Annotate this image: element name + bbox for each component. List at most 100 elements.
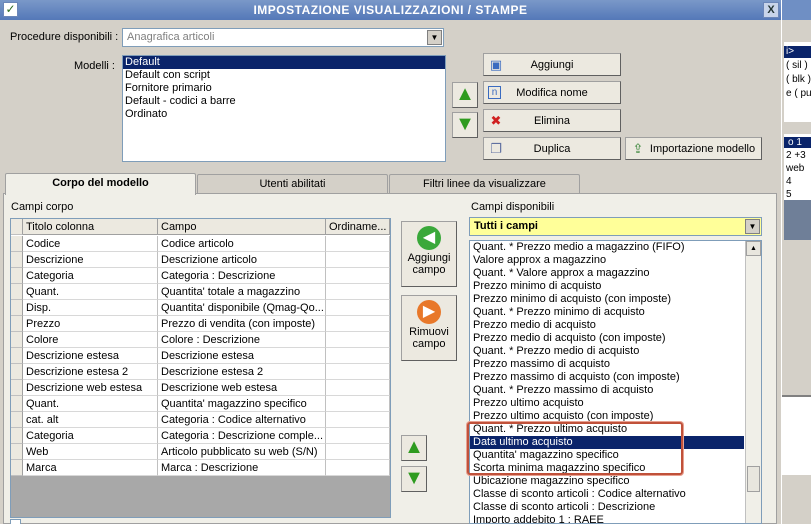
- table-cell[interactable]: Descrizione web estesa: [23, 380, 158, 396]
- grid-header-cell[interactable]: Titolo colonna: [23, 219, 158, 235]
- table-cell[interactable]: Categoria: [23, 268, 158, 284]
- table-cell[interactable]: Quantita' totale a magazzino: [158, 284, 326, 300]
- table-cell[interactable]: Categoria: [23, 428, 158, 444]
- tab-filtri-linee[interactable]: Filtri linee da visualizzare: [389, 174, 580, 194]
- table-cell[interactable]: Descrizione articolo: [158, 252, 326, 268]
- table-cell[interactable]: Marca : Descrizione: [158, 460, 326, 476]
- chevron-down-icon[interactable]: ▼: [427, 30, 442, 45]
- table-cell[interactable]: Quant.: [23, 284, 158, 300]
- table-cell[interactable]: [326, 364, 390, 380]
- list-item[interactable]: Classe di sconto articoli : Codice alter…: [470, 488, 744, 501]
- confirm-icon[interactable]: ✓: [3, 2, 18, 17]
- list-item[interactable]: Prezzo ultimo acquisto: [470, 397, 744, 410]
- campi-corpo-grid[interactable]: Titolo colonna Campo Ordiname... Codice C…: [10, 218, 391, 518]
- list-item[interactable]: Ubicazione magazzino specifico: [470, 475, 744, 488]
- procedure-select[interactable]: Anagrafica articoli ▼: [122, 28, 444, 47]
- scrollbar[interactable]: ▲: [745, 241, 761, 523]
- scroll-thumb[interactable]: [747, 466, 760, 492]
- close-icon[interactable]: X: [763, 2, 779, 18]
- list-item[interactable]: Classe di sconto articoli : Descrizione: [470, 501, 744, 514]
- row-gutter[interactable]: [11, 252, 23, 268]
- table-cell[interactable]: [326, 268, 390, 284]
- add-model-button[interactable]: ▣ Aggiungi: [483, 53, 621, 76]
- table-cell[interactable]: [326, 236, 390, 252]
- table-cell[interactable]: cat. alt: [23, 412, 158, 428]
- table-cell[interactable]: Descrizione web estesa: [158, 380, 326, 396]
- grid-header-cell[interactable]: Campo: [158, 219, 326, 235]
- list-item[interactable]: Prezzo minimo di acquisto (con imposte): [470, 293, 744, 306]
- list-item[interactable]: Valore approx a magazzino: [470, 254, 744, 267]
- import-model-button[interactable]: ⇪ Importazione modello: [625, 137, 762, 160]
- table-cell[interactable]: Prezzo: [23, 316, 158, 332]
- duplicate-model-button[interactable]: ❐ Duplica: [483, 137, 621, 160]
- chevron-down-icon[interactable]: ▼: [745, 219, 760, 234]
- field-down-button[interactable]: ▼: [401, 466, 427, 492]
- table-cell[interactable]: [326, 252, 390, 268]
- list-item[interactable]: Fornitore primario: [123, 82, 445, 95]
- table-cell[interactable]: Codice articolo: [158, 236, 326, 252]
- table-cell[interactable]: Descrizione estesa: [23, 348, 158, 364]
- row-gutter[interactable]: [11, 316, 23, 332]
- table-cell[interactable]: Codice: [23, 236, 158, 252]
- row-gutter[interactable]: [11, 348, 23, 364]
- table-cell[interactable]: [326, 348, 390, 364]
- scroll-up-icon[interactable]: ▲: [746, 241, 761, 256]
- table-cell[interactable]: Descrizione: [23, 252, 158, 268]
- table-cell[interactable]: [326, 332, 390, 348]
- table-cell[interactable]: [326, 300, 390, 316]
- list-item[interactable]: Prezzo medio di acquisto (con imposte): [470, 332, 744, 345]
- table-cell[interactable]: [326, 316, 390, 332]
- field-up-button[interactable]: ▲: [401, 435, 427, 461]
- list-item[interactable]: Quant. * Valore approx a magazzino: [470, 267, 744, 280]
- table-cell[interactable]: [326, 428, 390, 444]
- list-item[interactable]: Ordinato: [123, 108, 445, 121]
- tab-corpo-modello[interactable]: Corpo del modello: [5, 173, 196, 195]
- row-gutter[interactable]: [11, 300, 23, 316]
- row-gutter[interactable]: [11, 428, 23, 444]
- table-cell[interactable]: Marca: [23, 460, 158, 476]
- list-item[interactable]: Importo addebito 1 : RAEE: [470, 514, 744, 523]
- list-item[interactable]: Quant. * Prezzo medio di acquisto: [470, 345, 744, 358]
- table-cell[interactable]: Categoria : Descrizione: [158, 268, 326, 284]
- rename-model-button[interactable]: n Modifica nome: [483, 81, 621, 104]
- row-gutter[interactable]: [11, 412, 23, 428]
- table-cell[interactable]: Categoria : Descrizione comple...: [158, 428, 326, 444]
- list-item[interactable]: Prezzo medio di acquisto: [470, 319, 744, 332]
- add-field-button[interactable]: ◀ Aggiungi campo: [401, 221, 457, 287]
- table-cell[interactable]: Colore : Descrizione: [158, 332, 326, 348]
- row-gutter[interactable]: [11, 380, 23, 396]
- tab-utenti-abilitati[interactable]: Utenti abilitati: [197, 174, 388, 194]
- list-item[interactable]: Quant. * Prezzo medio a magazzino (FIFO): [470, 241, 744, 254]
- table-cell[interactable]: [326, 444, 390, 460]
- table-cell[interactable]: Quantita' magazzino specifico: [158, 396, 326, 412]
- table-cell[interactable]: Web: [23, 444, 158, 460]
- row-gutter[interactable]: [11, 396, 23, 412]
- list-item[interactable]: Quant. * Prezzo minimo di acquisto: [470, 306, 744, 319]
- list-item[interactable]: Default con script: [123, 69, 445, 82]
- table-cell[interactable]: [326, 396, 390, 412]
- table-cell[interactable]: [326, 380, 390, 396]
- table-cell[interactable]: [326, 460, 390, 476]
- list-item[interactable]: Quant. * Prezzo massimo di acquisto: [470, 384, 744, 397]
- row-gutter[interactable]: [11, 268, 23, 284]
- row-gutter[interactable]: [11, 332, 23, 348]
- list-item[interactable]: Default: [123, 56, 445, 69]
- table-cell[interactable]: Articolo pubblicato su web (S/N): [158, 444, 326, 460]
- table-cell[interactable]: Descrizione estesa 2: [158, 364, 326, 380]
- row-gutter[interactable]: [11, 460, 23, 476]
- table-cell[interactable]: Colore: [23, 332, 158, 348]
- row-gutter[interactable]: [11, 284, 23, 300]
- table-cell[interactable]: [326, 412, 390, 428]
- table-cell[interactable]: Categoria : Codice alternativo: [158, 412, 326, 428]
- row-gutter[interactable]: [11, 444, 23, 460]
- table-cell[interactable]: Descrizione estesa 2: [23, 364, 158, 380]
- modelli-list[interactable]: Default Default con script Fornitore pri…: [122, 55, 446, 162]
- checkbox[interactable]: [10, 519, 21, 524]
- grid-header-cell[interactable]: Ordiname...: [326, 219, 390, 235]
- list-item[interactable]: Default - codici a barre: [123, 95, 445, 108]
- row-gutter[interactable]: [11, 236, 23, 252]
- table-cell[interactable]: Quant.: [23, 396, 158, 412]
- move-down-button[interactable]: ▼: [452, 112, 478, 138]
- fields-filter-select[interactable]: Tutti i campi ▼: [469, 217, 762, 236]
- row-gutter[interactable]: [11, 364, 23, 380]
